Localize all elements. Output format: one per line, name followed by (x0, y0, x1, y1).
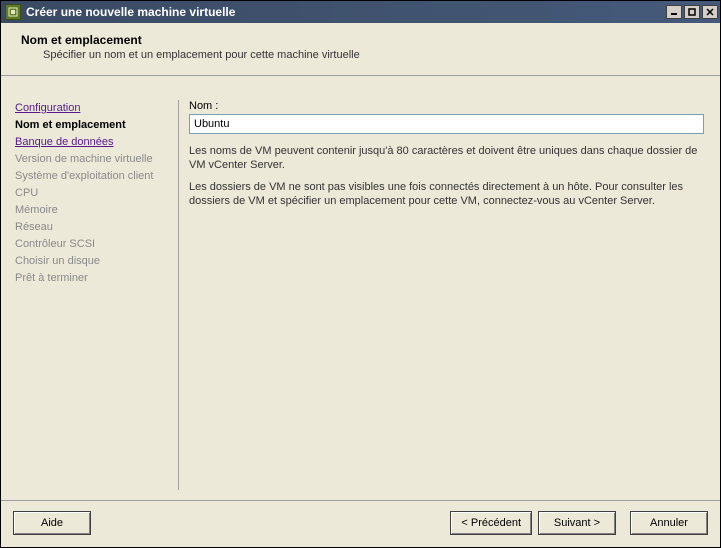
window-title: Créer une nouvelle machine virtuelle (26, 5, 666, 19)
step-network: Réseau (15, 219, 172, 236)
wizard-steps-sidebar: Configuration Nom et emplacement Banque … (11, 100, 176, 490)
description-line-2: Les dossiers de VM ne sont pas visibles … (189, 180, 704, 208)
wizard-header: Nom et emplacement Spécifier un nom et u… (1, 23, 720, 76)
step-guest-os: Système d'exploitation client (15, 168, 172, 185)
description-text: Les noms de VM peuvent contenir jusqu'à … (189, 144, 704, 208)
vertical-divider (178, 100, 179, 490)
help-button[interactable]: Aide (13, 511, 91, 535)
description-line-1: Les noms de VM peuvent contenir jusqu'à … (189, 144, 704, 172)
wizard-body: Configuration Nom et emplacement Banque … (1, 76, 720, 500)
wizard-content: Nom : Les noms de VM peuvent contenir ju… (185, 100, 710, 490)
window-controls (666, 5, 718, 19)
step-datastore[interactable]: Banque de données (15, 134, 172, 151)
page-title: Nom et emplacement (21, 33, 706, 47)
wizard-window: Créer une nouvelle machine virtuelle Nom… (0, 0, 721, 548)
titlebar: Créer une nouvelle machine virtuelle (1, 1, 720, 23)
vm-name-input[interactable] (189, 114, 704, 134)
minimize-button[interactable] (666, 5, 682, 19)
step-vm-version: Version de machine virtuelle (15, 151, 172, 168)
maximize-button[interactable] (684, 5, 700, 19)
step-cpu: CPU (15, 185, 172, 202)
step-memory: Mémoire (15, 202, 172, 219)
page-subtitle: Spécifier un nom et un emplacement pour … (43, 49, 706, 61)
step-scsi: Contrôleur SCSI (15, 236, 172, 253)
app-icon (5, 4, 21, 20)
step-name-location: Nom et emplacement (15, 117, 172, 134)
step-disk: Choisir un disque (15, 253, 172, 270)
step-ready: Prêt à terminer (15, 270, 172, 287)
back-button[interactable]: < Précédent (450, 511, 532, 535)
name-field-label: Nom : (189, 100, 704, 112)
next-button[interactable]: Suivant > (538, 511, 616, 535)
step-configuration[interactable]: Configuration (15, 100, 172, 117)
close-button[interactable] (702, 5, 718, 19)
wizard-footer: Aide < Précédent Suivant > Annuler (1, 500, 720, 547)
cancel-button[interactable]: Annuler (630, 511, 708, 535)
